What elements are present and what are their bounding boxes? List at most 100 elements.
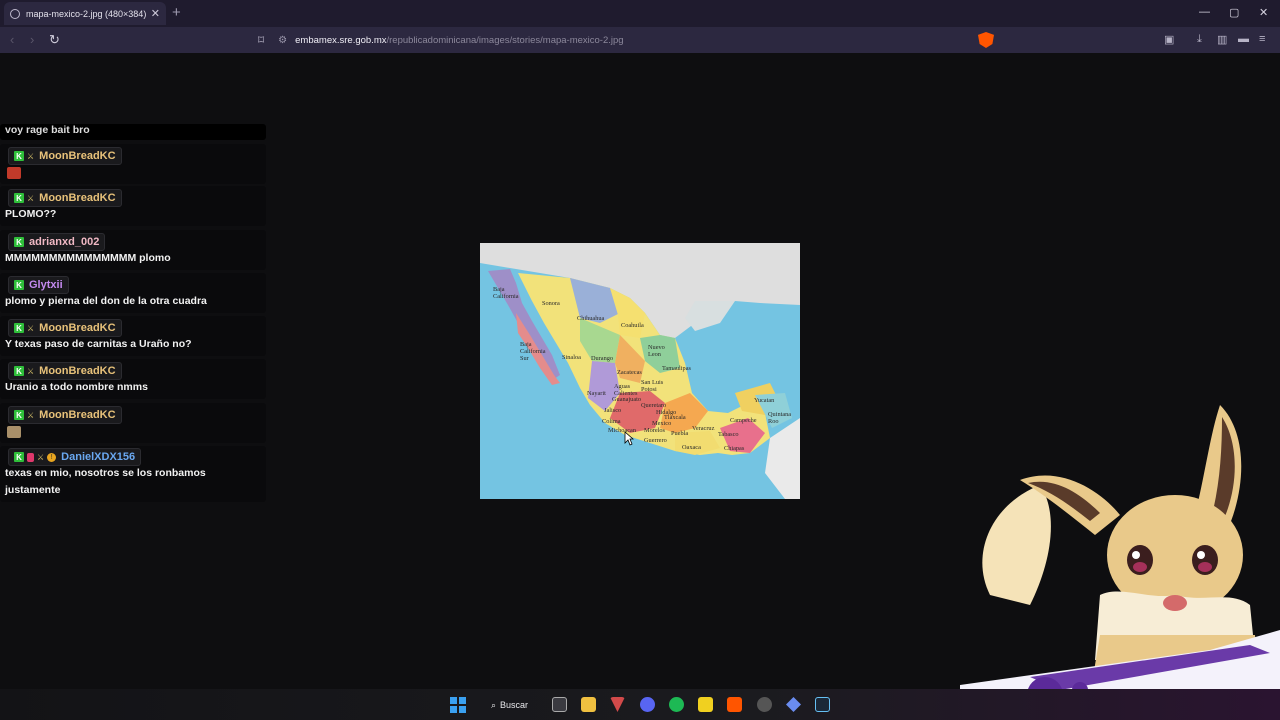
chat-username: MoonBreadKC	[39, 192, 116, 204]
file-explorer-icon[interactable]	[581, 697, 596, 712]
mouse-cursor-icon	[624, 431, 634, 446]
chat-message: K Glytxii plomo y pierna del don de la o…	[0, 273, 266, 313]
k-badge-icon: K	[14, 452, 24, 462]
label-tabasco: Tabasco	[718, 431, 739, 438]
k-badge-icon: K	[14, 410, 24, 420]
label-guerrero: Guerrero	[644, 437, 667, 444]
chat-username: Glytxii	[29, 279, 63, 291]
k-badge-icon: K	[14, 151, 24, 161]
app-icon[interactable]	[786, 697, 801, 712]
red-badge-icon	[27, 452, 34, 462]
label-queretaro: Queretaro	[641, 402, 667, 409]
browser-toolbar: ‹ › ↻ ⌑ ⚙ embamex.sre.gob.mx/republicado…	[0, 27, 1280, 53]
task-view-icon[interactable]	[552, 697, 567, 712]
close-window-button[interactable]: ✕	[1259, 6, 1268, 19]
screenshot-icon[interactable]: ▣	[1164, 33, 1174, 46]
chat-message: K adrianxd_002 MMMMMMMMMMMMMMM plomo	[0, 230, 266, 270]
windows-taskbar: ⌕ Buscar	[0, 689, 1280, 720]
label-baja-california-sur: Baja California Sur	[520, 341, 546, 362]
eevee-vtuber-avatar	[960, 405, 1280, 695]
back-icon[interactable]: ‹	[10, 32, 14, 47]
k-badge-icon: K	[14, 280, 24, 290]
chat-username: DanielXDX156	[61, 451, 136, 463]
label-nayarit: Nayarit	[587, 390, 606, 397]
label-guanajuato: Guanajuato	[612, 396, 642, 403]
vpn-icon[interactable]: ▬	[1238, 33, 1249, 45]
k-badge-icon: K	[14, 366, 24, 376]
k-badge-icon: K	[14, 323, 24, 333]
chat-message: K ⚔ MoonBreadKC	[0, 403, 266, 443]
taskbar-search-button[interactable]: ⌕ Buscar	[481, 695, 543, 715]
sword-badge-icon: ⚔	[27, 366, 35, 376]
label-puebla: Puebla	[671, 430, 689, 437]
label-sonora: Sonora	[542, 300, 560, 307]
new-tab-button[interactable]: +	[172, 4, 181, 21]
maximize-button[interactable]: ▢	[1229, 6, 1239, 19]
label-mexico: Mexico	[652, 420, 672, 427]
address-bar[interactable]: ⌑ ⚙ embamex.sre.gob.mx/republicadominica…	[254, 30, 1000, 50]
chat-message: K ⚔ MoonBreadKC PLOMO??	[0, 186, 266, 226]
sidebar-icon[interactable]: ▥	[1217, 33, 1227, 46]
chat-username: MoonBreadKC	[39, 365, 116, 377]
download-icon[interactable]: ⤓	[1197, 33, 1202, 46]
browser-titlebar: mapa-mexico-2.jpg (480×384) ✕ + — ▢ ✕	[0, 0, 1280, 27]
chat-username-tag: K ⚔ MoonBreadKC	[8, 362, 122, 380]
reload-icon[interactable]: ↻	[49, 32, 60, 48]
menu-icon[interactable]: ≡	[1259, 33, 1265, 45]
sword-badge-icon: ⚔	[27, 151, 35, 161]
taskbar-search-label: Buscar	[500, 700, 529, 710]
label-chihuahua: Chihuahua	[577, 315, 605, 322]
url-path: /republicadominicana/images/stories/mapa…	[386, 34, 624, 46]
brave-browser-icon[interactable]	[727, 697, 742, 712]
label-nuevo-leon: Nuevo Leon	[648, 344, 665, 358]
chat-username-tag: K Glytxii	[8, 276, 69, 294]
browser-tab[interactable]: mapa-mexico-2.jpg (480×384) ✕	[4, 2, 166, 25]
label-quintana-roo: Quintana Roo	[768, 411, 792, 425]
label-oaxaca: Oaxaca	[682, 444, 701, 451]
chat-username-tag: K ⚔ MoonBreadKC	[8, 189, 122, 207]
forward-icon[interactable]: ›	[30, 32, 34, 47]
chat-message: K ⚔ MoonBreadKC Uranio a todo nombre nmm…	[0, 359, 266, 399]
emote-icon	[7, 426, 21, 438]
bookmark-icon[interactable]: ⌑	[258, 33, 264, 47]
chat-message-text: plomo y pierna del don de la otra cuadra	[5, 295, 207, 307]
sticky-notes-icon[interactable]	[698, 697, 713, 712]
chat-username: MoonBreadKC	[39, 150, 116, 162]
chat-message-text: voy rage bait bro	[5, 124, 90, 136]
windows-start-icon[interactable]	[450, 697, 466, 713]
app-icon[interactable]	[610, 697, 625, 712]
obs-icon[interactable]	[757, 697, 772, 712]
label-jalisco: Jalisco	[604, 407, 622, 414]
chat-username: MoonBreadKC	[39, 322, 116, 334]
sword-badge-icon: ⚔	[27, 193, 35, 203]
chat-username: MoonBreadKC	[39, 409, 116, 421]
tab-close-icon[interactable]: ✕	[151, 7, 160, 20]
search-icon: ⌕	[491, 699, 497, 710]
chat-message-text: MMMMMMMMMMMMMMM plomo	[5, 252, 171, 264]
steam-icon[interactable]	[815, 697, 830, 712]
k-badge-icon: K	[14, 237, 24, 247]
chat-message-text: texas en mio, nosotros se los ronbamos j…	[5, 467, 206, 496]
chat-username-tag: K adrianxd_002	[8, 233, 106, 251]
chat-username-tag: K ⚔ MoonBreadKC	[8, 319, 122, 337]
label-yucatan: Yucatan	[754, 397, 775, 404]
k-badge-icon: K	[14, 193, 24, 203]
chat-username-tag: K ⚔ ! DanielXDX156	[8, 448, 142, 466]
site-info-icon[interactable]: ⚙	[278, 35, 287, 46]
label-baja-california: Baja California	[493, 286, 519, 300]
sword-badge-icon: ⚔	[37, 452, 45, 462]
chat-message: voy rage bait bro	[0, 124, 266, 140]
minimize-button[interactable]: —	[1199, 6, 1210, 18]
label-tamaulipas: Tamaulipas	[662, 365, 691, 372]
label-campeche: Campeche	[730, 417, 757, 424]
mexico-map-image: Baja California Sonora Chihuahua Coahuila…	[480, 243, 800, 499]
label-zacatecas: Zacatecas	[617, 369, 642, 376]
spotify-icon[interactable]	[669, 697, 684, 712]
sword-badge-icon: ⚔	[27, 410, 35, 420]
label-coahuila: Coahuila	[621, 322, 644, 329]
label-durango: Durango	[591, 355, 614, 362]
emote-icon	[7, 167, 21, 179]
label-colima: Colima	[602, 418, 621, 425]
label-chiapas: Chiapas	[724, 445, 745, 452]
discord-icon[interactable]	[640, 697, 655, 712]
